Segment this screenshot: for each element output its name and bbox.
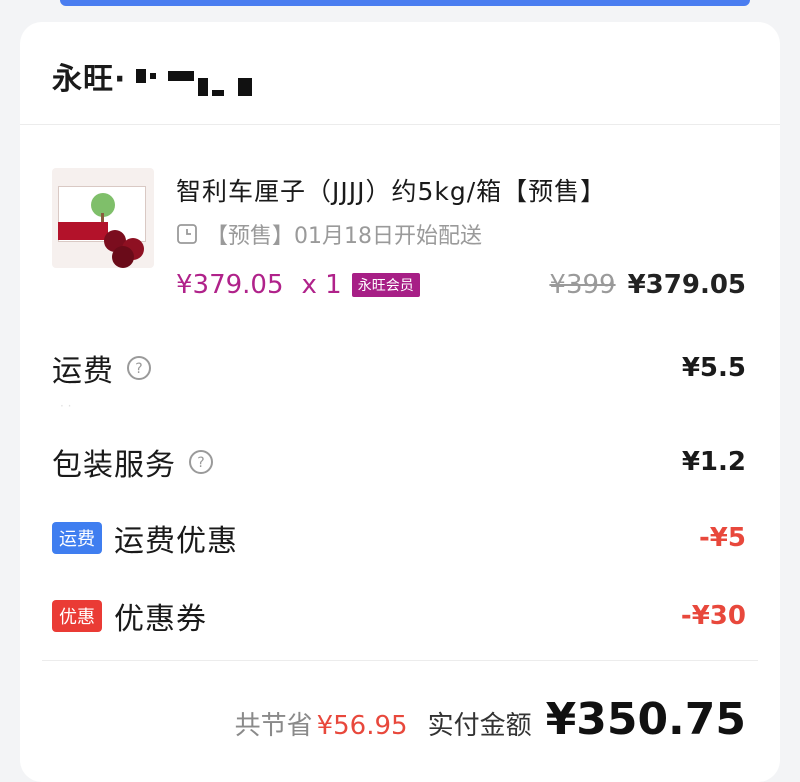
product-title[interactable]: 智利车厘子（JJJJ）约5kg/箱【预售】 <box>176 172 606 208</box>
shipping-fee-row: 运费 ? ¥5.5 <box>52 346 746 390</box>
final-price: ¥379.05 <box>627 270 746 300</box>
packaging-fee-value: ¥1.2 <box>681 447 746 477</box>
payment-summary: 共节省 ¥56.95 实付金额 ¥350.75 <box>235 694 746 745</box>
redacted-mosaic <box>136 56 256 96</box>
quantity: x 1 <box>301 270 342 300</box>
presale-text: 【预售】01月18日开始配送 <box>206 224 482 249</box>
saved-label: 共节省 <box>234 711 313 741</box>
shipping-discount-row: 运费 运费优惠 -¥5 <box>52 516 746 560</box>
coupon-row[interactable]: 优惠 优惠券 -¥30 <box>52 594 746 638</box>
header-divider <box>20 124 780 125</box>
unit-price-row: ¥379.05 x 1 永旺会员 <box>176 270 420 300</box>
shipping-fee-label: 运费 <box>52 354 114 389</box>
unit-price: ¥379.05 <box>176 270 284 300</box>
svg-text:?: ? <box>135 361 142 377</box>
packaging-fee-label: 包装服务 <box>52 448 176 483</box>
packaging-fee-row: 包装服务 ? ¥1.2 <box>52 440 746 484</box>
member-badge: 永旺会员 <box>351 273 420 297</box>
help-icon[interactable]: ? <box>188 449 214 475</box>
saved-amount: ¥56.95 <box>316 711 408 741</box>
clock-icon <box>177 224 197 244</box>
pay-amount: ¥350.75 <box>545 694 746 745</box>
order-card: 永旺· 智利车厘子（JJJJ）约5kg/箱【预售】 【预售】01月18日开始配送… <box>20 22 780 782</box>
original-price: ¥399 <box>549 270 616 300</box>
help-icon[interactable]: ? <box>126 355 152 381</box>
coupon-value: -¥30 <box>680 601 746 631</box>
product-thumbnail[interactable] <box>52 168 154 268</box>
top-blue-strip <box>60 0 750 6</box>
shop-header[interactable]: 永旺· <box>52 56 256 97</box>
coupon-label: 优惠券 <box>114 602 207 637</box>
shipping-tag-badge: 运费 <box>52 522 102 554</box>
summary-divider <box>42 660 758 661</box>
svg-text:?: ? <box>197 455 204 471</box>
box-label-band <box>58 222 108 240</box>
coupon-tag-badge: 优惠 <box>52 600 102 632</box>
price-summary: ¥399 ¥379.05 <box>549 270 746 300</box>
shipping-fee-value: ¥5.5 <box>681 353 746 383</box>
shop-name: 永旺· <box>52 62 127 97</box>
cherry-icon <box>112 246 134 268</box>
pay-label: 实付金额 <box>427 711 532 741</box>
shipping-discount-label: 运费优惠 <box>114 524 238 559</box>
presale-info: 【预售】01月18日开始配送 <box>176 218 482 250</box>
faint-mark: · · <box>60 399 72 413</box>
shipping-discount-value: -¥5 <box>699 523 746 553</box>
